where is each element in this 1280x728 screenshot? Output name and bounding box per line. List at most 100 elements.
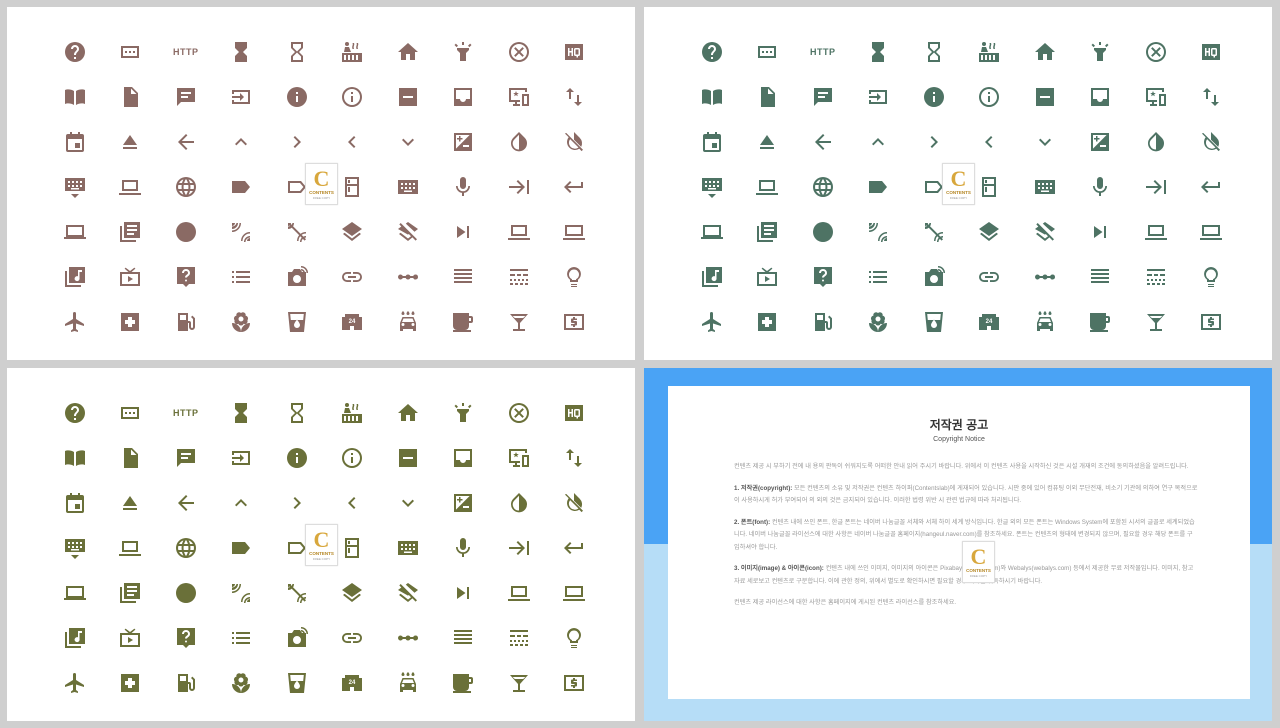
remove-box-icon <box>1017 74 1073 119</box>
cafe-icon <box>436 299 492 344</box>
flight-icon <box>47 299 103 344</box>
linear-scale-icon <box>380 615 436 660</box>
library-music-icon <box>684 254 740 299</box>
library-music-icon <box>47 254 103 299</box>
keyboard-alt-icon <box>103 29 159 74</box>
link-icon <box>325 254 381 299</box>
hourglass-empty-icon <box>906 29 962 74</box>
leak-add-icon <box>214 209 270 254</box>
line-style-icon <box>491 615 547 660</box>
chevron-down-icon <box>380 119 436 164</box>
home-icon <box>1017 29 1073 74</box>
convenience-store-icon: 24 <box>325 299 381 344</box>
book-icon <box>47 74 103 119</box>
layers-icon <box>325 209 381 254</box>
drink-icon <box>906 299 962 344</box>
leak-remove-icon <box>906 209 962 254</box>
keyboard-return-icon <box>547 525 603 570</box>
circle-icon <box>795 209 851 254</box>
car-wash-icon <box>380 299 436 344</box>
list-icon <box>214 254 270 299</box>
florist-icon <box>214 299 270 344</box>
gas-station-icon <box>158 660 214 705</box>
linked-camera-icon <box>269 254 325 299</box>
invert-colors-off-icon <box>1184 119 1240 164</box>
list-icon <box>851 254 907 299</box>
cancel-icon <box>491 29 547 74</box>
laptop-icon <box>740 164 796 209</box>
live-tv-icon <box>103 254 159 299</box>
atm-icon <box>1184 299 1240 344</box>
arrow-back-icon <box>158 480 214 525</box>
keyboard-hide-icon <box>47 164 103 209</box>
http-text: HTTP <box>810 46 836 57</box>
event-icon <box>684 119 740 164</box>
hot-tub-icon <box>325 29 381 74</box>
contents-logo: C CONTENTS FREE COPY <box>962 541 995 583</box>
local-hospital-icon <box>103 660 159 705</box>
icon-sheet-green: HTTP 24 C CONTENTS FREE COPY <box>644 7 1272 360</box>
library-books-icon <box>103 570 159 615</box>
invert-colors-off-icon <box>547 480 603 525</box>
laptop-icon <box>103 164 159 209</box>
language-icon <box>158 164 214 209</box>
invert-colors-icon <box>491 119 547 164</box>
info-outline-icon <box>325 435 381 480</box>
chat-icon <box>795 74 851 119</box>
mic-icon <box>1073 164 1129 209</box>
import-export-icon <box>547 435 603 480</box>
chevron-up-icon <box>851 119 907 164</box>
keyboard-icon <box>380 525 436 570</box>
input-icon <box>214 74 270 119</box>
laptop-outline-icon <box>1128 209 1184 254</box>
notice-card: 저작권 공고 Copyright Notice 컨텐츠 제공 시 부하기 전에 … <box>668 386 1250 699</box>
file-icon <box>103 74 159 119</box>
circle-icon <box>158 209 214 254</box>
local-hospital-icon <box>103 299 159 344</box>
gas-station-icon <box>158 299 214 344</box>
event-icon <box>47 119 103 164</box>
svg-text:24: 24 <box>349 680 356 686</box>
lightbulb-icon <box>547 254 603 299</box>
laptop-outline-icon <box>491 209 547 254</box>
laptop-outline-icon <box>491 570 547 615</box>
info-icon <box>906 74 962 119</box>
atm-icon <box>547 299 603 344</box>
help-icon <box>684 29 740 74</box>
exposure-icon <box>1073 119 1129 164</box>
list-icon <box>214 615 270 660</box>
remove-box-icon <box>380 435 436 480</box>
hourglass-full-icon <box>851 29 907 74</box>
label-icon <box>851 164 907 209</box>
laptop-windows-icon <box>684 209 740 254</box>
info-icon <box>269 74 325 119</box>
convenience-store-icon: 24 <box>325 660 381 705</box>
notice-license: 컨텐츠 제공 라이선스에 대한 사항은 홈페이지에 게시된 컨텐츠 라이선스를 … <box>734 599 957 606</box>
label-icon <box>214 164 270 209</box>
bar-icon <box>491 299 547 344</box>
laptop-windows-icon <box>47 209 103 254</box>
book-icon <box>47 435 103 480</box>
highlight-icon <box>1073 29 1129 74</box>
bar-icon <box>491 660 547 705</box>
layers-clear-icon <box>1017 209 1073 254</box>
leak-add-icon <box>214 570 270 615</box>
reorder-icon <box>1073 254 1129 299</box>
info-outline-icon <box>325 74 381 119</box>
cafe-icon <box>436 660 492 705</box>
http-text: HTTP <box>173 46 199 57</box>
reorder-icon <box>436 254 492 299</box>
copyright-notice-slide: 저작권 공고 Copyright Notice 컨텐츠 제공 시 부하기 전에 … <box>644 368 1272 721</box>
keyboard-return-icon <box>1184 164 1240 209</box>
contents-logo: C CONTENTS FREE COPY <box>942 163 975 205</box>
hot-tub-icon <box>962 29 1018 74</box>
arrow-to-right-icon <box>491 525 547 570</box>
book-icon <box>684 74 740 119</box>
notice-body: 컨텐츠 제공 시 부하기 전에 내 용의 판독이 쉬워지도록 어떠한 안내 읽어… <box>734 461 1198 619</box>
important-devices-icon <box>491 74 547 119</box>
important-devices-icon <box>1128 74 1184 119</box>
linear-scale-icon <box>380 254 436 299</box>
link-icon <box>962 254 1018 299</box>
hourglass-empty-icon <box>269 29 325 74</box>
hq-icon <box>547 390 603 435</box>
